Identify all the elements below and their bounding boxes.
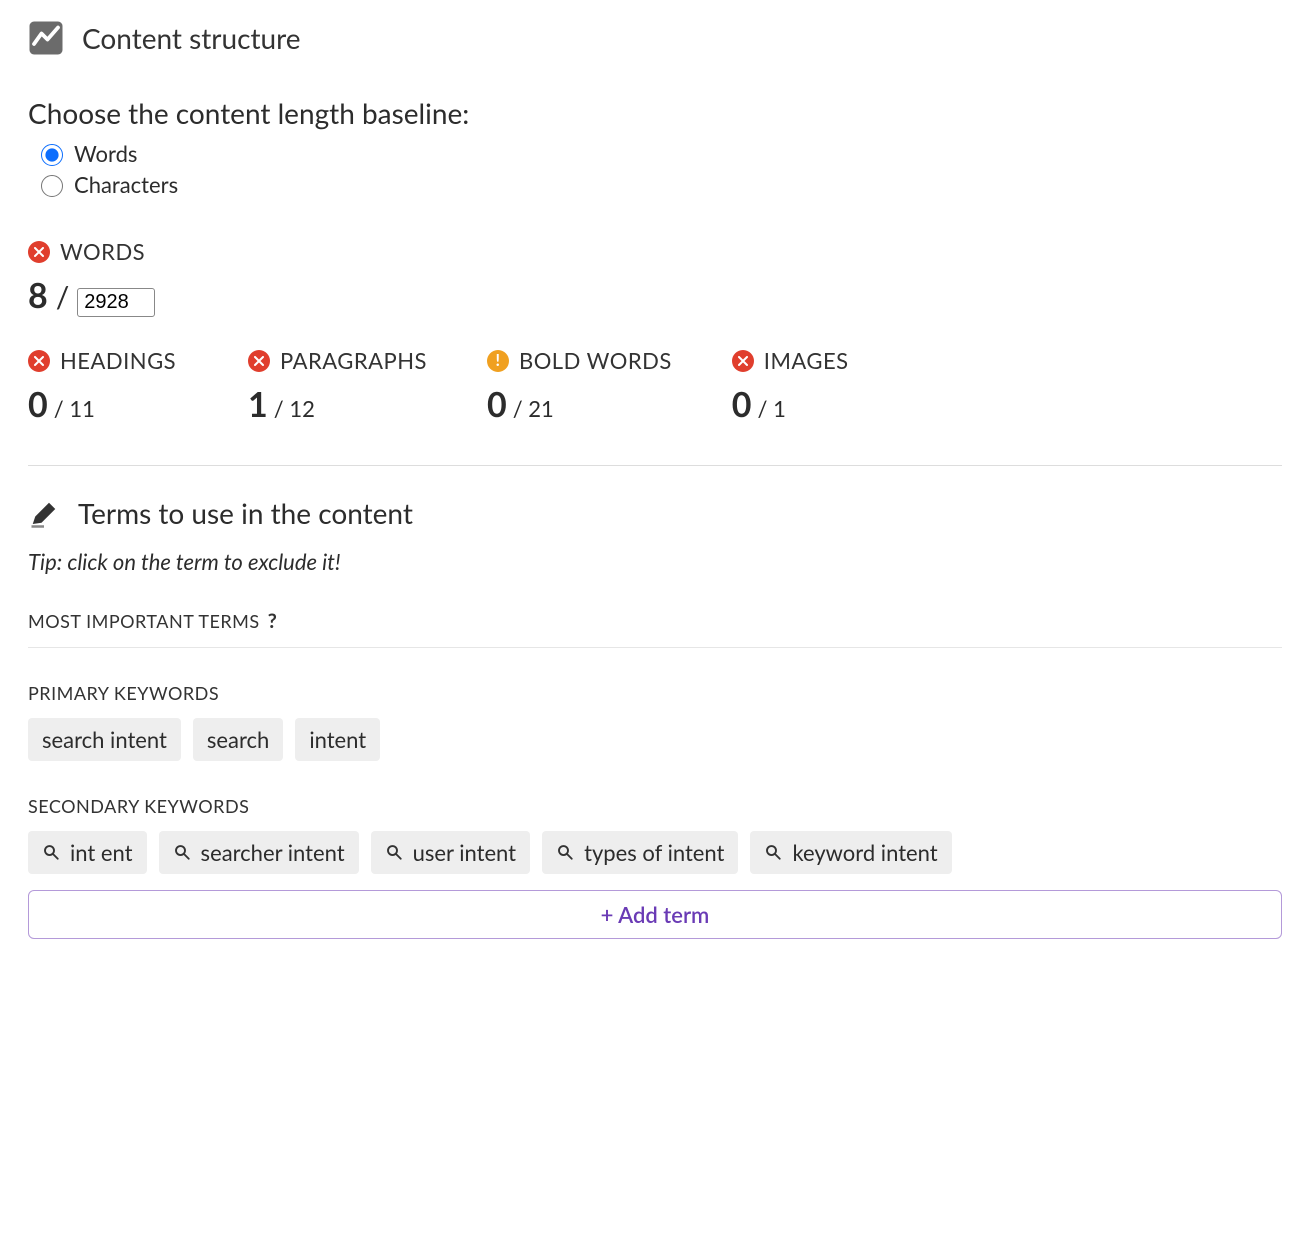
headings-current: 0 — [28, 384, 48, 425]
stat-words: WORDS 8 / — [28, 238, 1282, 317]
error-icon — [28, 350, 50, 372]
radio-characters-input[interactable] — [41, 175, 63, 197]
radio-words[interactable]: Words — [36, 140, 1282, 167]
stat-headings-label: HEADINGS — [60, 347, 176, 374]
bold-current: 0 — [487, 384, 507, 425]
terms-tip: Tip: click on the term to exclude it! — [28, 548, 1282, 575]
secondary-keywords-chips: int ent searcher intent user intent types o… — [28, 831, 1282, 874]
divider-slash: / — [56, 279, 70, 315]
radio-characters-label: Characters — [74, 171, 178, 198]
stat-images-label: IMAGES — [764, 347, 849, 374]
section-title: Content structure — [82, 21, 301, 55]
keyword-chip[interactable]: intent — [295, 718, 380, 761]
radio-words-input[interactable] — [41, 144, 63, 166]
stat-paragraphs: PARAGRAPHS 1 / 12 — [248, 347, 427, 425]
terms-header: Terms to use in the content — [28, 496, 1282, 530]
paragraphs-current: 1 — [248, 384, 268, 425]
search-icon — [42, 839, 60, 866]
most-important-heading: MOST IMPORTANT TERMS ? — [28, 609, 1282, 648]
paragraphs-denom: / 12 — [274, 395, 315, 422]
radio-characters[interactable]: Characters — [36, 171, 1282, 198]
content-structure-header: Content structure — [28, 20, 1282, 56]
stat-headings: HEADINGS 0 / 11 — [28, 347, 188, 425]
error-icon — [248, 350, 270, 372]
keyword-chip[interactable]: user intent — [371, 831, 530, 874]
radio-words-label: Words — [74, 140, 137, 167]
baseline-prompt: Choose the content length baseline: — [28, 96, 1282, 130]
error-icon — [732, 350, 754, 372]
keyword-chip[interactable]: int ent — [28, 831, 147, 874]
search-icon — [173, 839, 191, 866]
search-icon — [764, 839, 782, 866]
stats-row: HEADINGS 0 / 11 PARAGRAPHS 1 / 12 ! BOLD… — [28, 347, 1282, 425]
secondary-keywords-heading: SECONDARY KEYWORDS — [28, 795, 1282, 817]
keyword-chip[interactable]: searcher intent — [159, 831, 359, 874]
primary-keywords-heading: PRIMARY KEYWORDS — [28, 682, 1282, 704]
chip-label: user intent — [413, 839, 516, 866]
chip-label: searcher intent — [201, 839, 345, 866]
chip-label: types of intent — [584, 839, 724, 866]
words-target-input[interactable] — [77, 288, 155, 317]
chart-icon — [28, 20, 64, 56]
keyword-chip[interactable]: search — [193, 718, 283, 761]
stat-bold-label: BOLD WORDS — [519, 347, 672, 374]
keyword-chip[interactable]: keyword intent — [750, 831, 951, 874]
bold-denom: / 21 — [513, 395, 554, 422]
keyword-chip[interactable]: types of intent — [542, 831, 738, 874]
words-current: 8 — [28, 275, 48, 316]
images-current: 0 — [732, 384, 752, 425]
search-icon — [556, 839, 574, 866]
headings-denom: / 11 — [54, 395, 95, 422]
stat-bold-words: ! BOLD WORDS 0 / 21 — [487, 347, 672, 425]
stat-words-value: 8 / — [28, 275, 1282, 317]
help-icon[interactable]: ? — [268, 609, 278, 633]
terms-title: Terms to use in the content — [78, 496, 413, 530]
stat-paragraphs-label: PARAGRAPHS — [280, 347, 427, 374]
stat-words-label: WORDS — [60, 238, 145, 265]
primary-keywords-chips: search intent search intent — [28, 718, 1282, 761]
search-icon — [385, 839, 403, 866]
section-divider — [28, 465, 1282, 466]
stat-images: IMAGES 0 / 1 — [732, 347, 892, 425]
error-icon — [28, 241, 50, 263]
pencil-icon — [28, 498, 60, 530]
add-term-button[interactable]: + Add term — [28, 890, 1282, 939]
warning-icon: ! — [487, 350, 509, 372]
chip-label: keyword intent — [792, 839, 937, 866]
stat-words-header: WORDS — [28, 238, 1282, 265]
images-denom: / 1 — [758, 395, 786, 422]
keyword-chip[interactable]: search intent — [28, 718, 181, 761]
chip-label: int ent — [70, 839, 133, 866]
